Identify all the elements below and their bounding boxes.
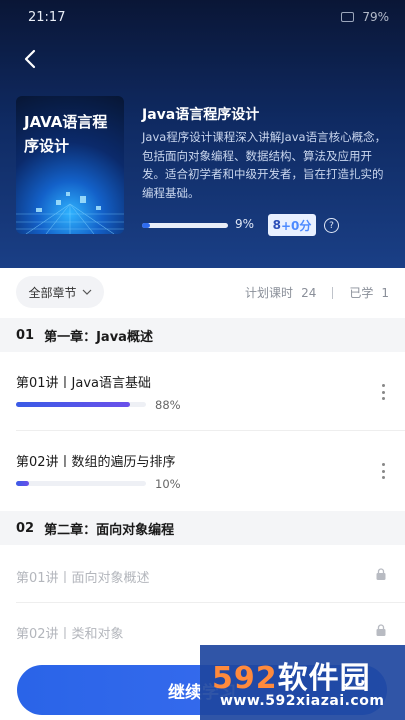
chapter-header-2[interactable]: 02 第二章：面向对象编程 [0,511,405,545]
course-title: Java语言程序设计 [142,107,260,123]
course-progress-text: 9% [235,217,255,231]
back-arrow-icon[interactable] [20,48,42,70]
chapter-title: 第二章：面向对象编程 [44,522,175,538]
plan-divider [332,286,334,299]
chapter-number: 02 [16,520,35,536]
score-base: 8 [272,218,281,232]
lesson-title: 第01讲丨Java语言基础 [16,376,152,391]
score-badge[interactable]: 8 +0分 [268,214,316,236]
lesson-progress-text: 10% [155,477,181,491]
locked-lesson-item[interactable]: 第01讲丨面向对象概述 [0,546,405,602]
planned-hours-label: 计划课时 [245,286,294,300]
watermark-brand: 592软件园 [212,661,371,696]
more-options-icon[interactable] [381,384,385,400]
chapter-header-1[interactable]: 01 第一章：Java概述 [0,318,405,352]
status-icons: 79% [341,10,389,24]
lock-icon [376,568,386,580]
plan-summary: 计划课时 24 已学 1 [245,284,389,301]
lock-icon [376,624,386,636]
chapter-title: 第一章：Java概述 [44,329,153,345]
battery-level: 79% [362,10,389,24]
learned-value: 1 [381,285,389,300]
lesson-progress-bar [16,402,146,407]
course-progress-fill [142,223,150,228]
lesson-progress-fill [16,402,131,407]
course-header: 21:17 79% JAVA语言程序设计 Java语言程序设计 Java程序设计… [0,0,405,268]
signal-icon [341,12,355,22]
lesson-progress-text: 88% [155,398,181,412]
help-icon[interactable]: ? [324,218,339,233]
lesson-progress-fill [16,481,29,486]
learned-label: 已学 [349,286,374,300]
course-cover-image: JAVA语言程序设计 [16,96,124,234]
planned-hours-value: 24 [301,285,317,300]
cover-title: JAVA语言程序设计 [24,113,108,155]
status-bar: 21:17 79% [0,0,405,34]
lesson-title: 第02讲丨类和对象 [16,627,124,642]
course-description: Java程序设计课程深入讲解Java语言核心概念，包括面向对象编程、数据结构、算… [142,130,387,200]
lesson-title: 第02讲丨数组的遍历与排序 [16,455,176,470]
chevron-down-icon [82,289,91,295]
score-plus: +0分 [280,218,312,233]
status-time: 21:17 [28,9,66,25]
lesson-item[interactable]: 第02讲丨数组的遍历与排序 10% [0,431,405,509]
course-progress-bar [142,223,228,228]
chapter-filter-label: 全部章节 [28,285,77,300]
watermark-logo: 592软件园 www.592xiazai.com [200,645,405,720]
lesson-title: 第01讲丨面向对象概述 [16,571,150,586]
lesson-item[interactable]: 第01讲丨Java语言基础 88% [0,352,405,430]
more-options-icon[interactable] [381,463,385,479]
chapter-number: 01 [16,327,35,343]
watermark-url: www.592xiazai.com [220,693,385,709]
chapter-filter-dropdown[interactable]: 全部章节 [16,276,104,308]
cover-grid-graphic [16,192,124,234]
lesson-progress-bar [16,481,146,486]
